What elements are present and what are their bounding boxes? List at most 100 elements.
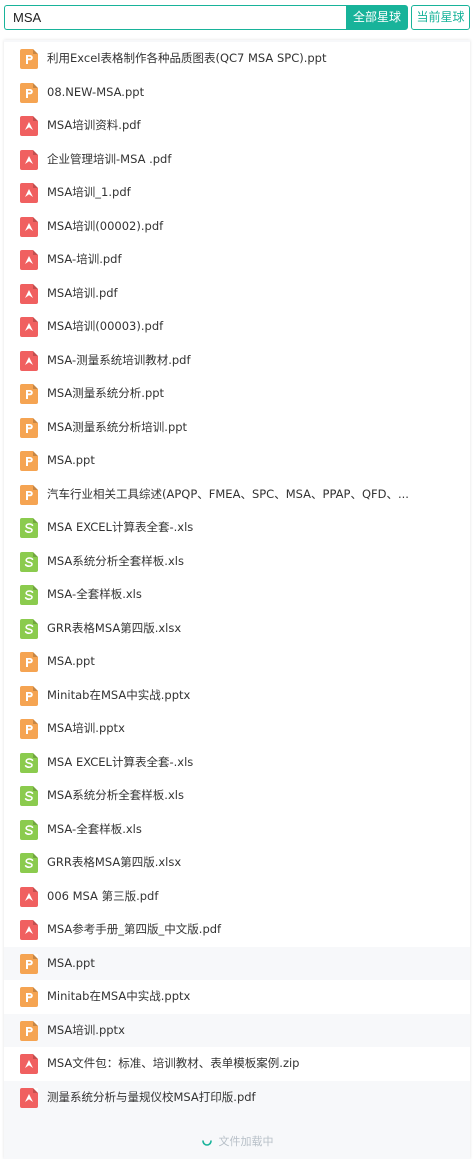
file-list-item[interactable]: MSA测量系统分析培训.ppt (4, 410, 470, 445)
file-list-item[interactable]: MSA文件包：标准、培训教材、表单模板案例.zip (4, 1047, 470, 1081)
file-list-item[interactable]: MSA系统分析全套样板.xls (4, 544, 470, 579)
file-list-item[interactable]: MSA培训.pdf (4, 276, 470, 311)
file-list-item[interactable]: MSA培训(00002).pdf (4, 209, 470, 244)
pdf-file-icon (20, 116, 38, 136)
pdf-file-icon (20, 1087, 38, 1108)
file-list-item[interactable]: MSA.ppt (4, 946, 470, 981)
file-title[interactable]: Minitab在MSA中实战.pptx (47, 679, 462, 713)
xls-file-icon (20, 786, 38, 806)
file-title[interactable]: 08.NEW-MSA.ppt (47, 76, 462, 110)
search-all-planets-button[interactable]: 全部星球 (346, 5, 408, 30)
file-list-item[interactable]: MSA参考手册_第四版_中文版.pdf (4, 913, 470, 947)
search-input[interactable] (4, 5, 346, 30)
xls-file-icon (20, 752, 38, 773)
file-list-item[interactable]: Minitab在MSA中实战.pptx (4, 678, 470, 713)
file-title[interactable]: MSA测量系统分析.ppt (47, 377, 462, 411)
ppt-file-icon (20, 451, 38, 471)
file-title[interactable]: GRR表格MSA第四版.xlsx (47, 612, 462, 646)
file-title[interactable]: MSA培训(00003).pdf (47, 310, 462, 344)
file-title[interactable]: MSA-全套样板.xls (47, 813, 462, 847)
search-current-planet-button[interactable]: 当前星球 (411, 5, 470, 30)
file-title[interactable]: MSA.ppt (47, 444, 462, 478)
file-list-item[interactable]: MSA培训.pptx (4, 712, 470, 746)
pdf-file-icon (20, 920, 38, 940)
file-title[interactable]: MSA系统分析全套样板.xls (47, 779, 462, 813)
file-list-item[interactable]: 006 MSA 第三版.pdf (4, 879, 470, 914)
file-list-item[interactable]: GRR表格MSA第四版.xlsx (4, 611, 470, 646)
file-title[interactable]: MSA培训资料.pdf (47, 109, 462, 143)
file-title[interactable]: MSA EXCEL计算表全套-.xls (47, 746, 462, 780)
file-title[interactable]: GRR表格MSA第四版.xlsx (47, 846, 462, 880)
file-title[interactable]: MSA培训_1.pdf (47, 176, 462, 210)
file-list-panel: 利用Excel表格制作各种品质图表(QC7 MSA SPC).ppt 08.NEW… (4, 40, 470, 1159)
file-list-item[interactable]: MSA-全套样板.xls (4, 812, 470, 847)
loading-footer: 文件加载中 (4, 1125, 470, 1159)
file-list-item[interactable]: MSA.ppt (4, 444, 470, 478)
ppt-file-icon (20, 987, 38, 1007)
file-title[interactable]: 测量系统分析与量规仪校MSA打印版.pdf (47, 1081, 462, 1115)
file-title[interactable]: MSA.ppt (47, 947, 462, 981)
pdf-file-icon (20, 350, 38, 371)
file-list-item[interactable]: MSA培训(00003).pdf (4, 310, 470, 344)
file-title[interactable]: MSA培训.pptx (47, 1014, 462, 1048)
file-title[interactable]: MSA测量系统分析培训.ppt (47, 411, 462, 445)
pdf-file-icon (20, 216, 38, 237)
file-title[interactable]: MSA文件包：标准、培训教材、表单模板案例.zip (47, 1047, 462, 1081)
xls-file-icon (20, 551, 38, 572)
xls-file-icon (20, 585, 38, 605)
file-title[interactable]: 006 MSA 第三版.pdf (47, 880, 462, 914)
file-title[interactable]: MSA培训.pptx (47, 712, 462, 746)
file-title[interactable]: MSA-测量系统培训教材.pdf (47, 344, 462, 378)
ppt-file-icon (20, 484, 38, 505)
file-title[interactable]: Minitab在MSA中实战.pptx (47, 980, 462, 1014)
file-title[interactable]: MSA-全套样板.xls (47, 578, 462, 612)
ppt-file-icon (20, 719, 38, 739)
file-list-item[interactable]: MSA-测量系统培训教材.pdf (4, 343, 470, 378)
file-list-item[interactable]: Minitab在MSA中实战.pptx (4, 980, 470, 1014)
ppt-file-icon (20, 953, 38, 974)
file-list-item[interactable]: MSA-全套样板.xls (4, 578, 470, 612)
file-title[interactable]: MSA培训(00002).pdf (47, 210, 462, 244)
file-list-item[interactable]: MSA-培训.pdf (4, 243, 470, 277)
ppt-file-icon (20, 1020, 38, 1041)
xls-file-icon (20, 853, 38, 873)
file-list-item[interactable]: MSA EXCEL计算表全套-.xls (4, 511, 470, 545)
file-title[interactable]: MSA参考手册_第四版_中文版.pdf (47, 913, 462, 947)
file-list-item[interactable]: GRR表格MSA第四版.xlsx (4, 846, 470, 880)
file-list-item[interactable]: 利用Excel表格制作各种品质图表(QC7 MSA SPC).ppt (4, 42, 470, 76)
ppt-file-icon (20, 417, 38, 438)
file-list-item[interactable]: 汽车行业相关工具综述(APQP、FMEA、SPC、MSA、PPAP、QFD、..… (4, 477, 470, 512)
pdf-file-icon (20, 183, 38, 203)
xls-file-icon (20, 518, 38, 538)
file-list-item[interactable]: MSA培训.pptx (4, 1013, 470, 1048)
file-title[interactable]: 企业管理培训-MSA .pdf (47, 143, 462, 177)
file-list-item[interactable]: MSA培训资料.pdf (4, 109, 470, 143)
ppt-file-icon (20, 652, 38, 672)
xls-file-icon (20, 819, 38, 840)
pdf-file-icon (20, 317, 38, 337)
file-title[interactable]: 汽车行业相关工具综述(APQP、FMEA、SPC、MSA、PPAP、QFD、..… (47, 478, 462, 512)
pdf-file-icon (20, 1054, 38, 1074)
file-title[interactable]: MSA-培训.pdf (47, 243, 462, 277)
file-list-item[interactable]: MSA.ppt (4, 645, 470, 679)
loading-text: 文件加载中 (218, 1135, 274, 1148)
file-list-item[interactable]: MSA系统分析全套样板.xls (4, 779, 470, 813)
pdf-file-icon (20, 250, 38, 270)
file-title[interactable]: 利用Excel表格制作各种品质图表(QC7 MSA SPC).ppt (47, 42, 462, 76)
ppt-file-icon (20, 685, 38, 706)
file-title[interactable]: MSA系统分析全套样板.xls (47, 545, 462, 579)
file-title[interactable]: MSA.ppt (47, 645, 462, 679)
file-list-item[interactable]: 测量系统分析与量规仪校MSA打印版.pdf (4, 1080, 470, 1115)
pdf-file-icon (20, 149, 38, 170)
file-list-item[interactable]: MSA培训_1.pdf (4, 176, 470, 210)
file-title[interactable]: MSA EXCEL计算表全套-.xls (47, 511, 462, 545)
file-list: 利用Excel表格制作各种品质图表(QC7 MSA SPC).ppt 08.NEW… (4, 42, 470, 1114)
pdf-file-icon (20, 283, 38, 304)
file-list-item[interactable]: MSA EXCEL计算表全套-.xls (4, 745, 470, 780)
pdf-file-icon (20, 886, 38, 907)
file-list-item[interactable]: 08.NEW-MSA.ppt (4, 75, 470, 110)
file-list-item[interactable]: 企业管理培训-MSA .pdf (4, 142, 470, 177)
file-title[interactable]: MSA培训.pdf (47, 277, 462, 311)
ppt-file-icon (20, 49, 38, 69)
file-list-item[interactable]: MSA测量系统分析.ppt (4, 377, 470, 411)
